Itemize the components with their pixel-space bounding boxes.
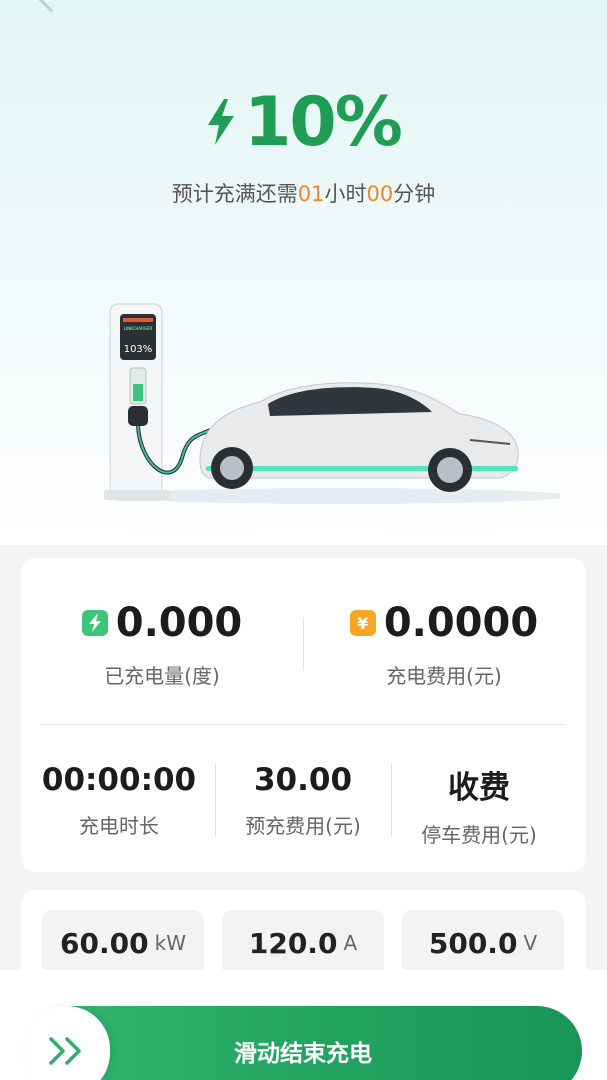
energy-label: 已充电量(度) — [104, 664, 220, 688]
bolt-icon — [81, 610, 108, 636]
prepaid-value: 30.00 — [253, 762, 353, 798]
charger-level-text: 103% — [124, 344, 153, 355]
back-icon[interactable] — [35, 0, 67, 13]
cost-value: 0.0000 — [383, 600, 539, 646]
power-unit: kW — [154, 931, 186, 955]
charging-hero: 10% 预计充满还需01小时00分钟 LINKCHARGER 103% — [0, 0, 607, 545]
energy-stat: 0.000 已充电量(度) — [21, 600, 303, 689]
car-illustration — [199, 382, 519, 492]
eta-minutes: 00 — [366, 182, 394, 206]
eta-hours: 01 — [297, 182, 325, 206]
slider-knob[interactable] — [24, 1006, 110, 1080]
voltage-unit: V — [523, 931, 538, 955]
cost-label: 充电费用(元) — [386, 664, 502, 688]
parking-value: 收费 — [448, 770, 510, 806]
voltage-value: 500.0 — [428, 926, 518, 960]
parking-label: 停车费用(元) — [421, 823, 537, 847]
duration-cell: 00:00:00 充电时长 — [29, 762, 209, 839]
duration-value: 00:00:00 — [41, 762, 197, 798]
charge-percent: 10% — [244, 82, 403, 162]
current-value: 120.0 — [248, 926, 338, 960]
bolt-icon — [206, 99, 236, 145]
eta-minutes-unit: 分钟 — [393, 182, 436, 206]
divider — [41, 724, 566, 725]
double-chevron-right-icon — [49, 1037, 81, 1065]
charging-summary-card: 0.000 已充电量(度) ¥ 0.0000 充电费用(元) 00:00:00 … — [21, 558, 586, 872]
charging-illustration: LINKCHARGER 103% — [104, 303, 560, 504]
slide-to-stop-slider[interactable]: 滑动结束充电 — [24, 1006, 582, 1080]
energy-value: 0.000 — [115, 600, 243, 646]
cost-stat: ¥ 0.0000 充电费用(元) — [303, 600, 585, 689]
prepaid-label: 预充费用(元) — [245, 814, 361, 838]
yen-icon: ¥ — [349, 610, 376, 636]
voltage-tile: 500.0 V — [402, 910, 564, 976]
power-value: 60.00 — [60, 926, 149, 960]
eta-text: 预计充满还需01小时00分钟 — [0, 178, 607, 208]
current-tile: 120.0 A — [222, 910, 384, 976]
power-tile: 60.00 kW — [42, 910, 204, 976]
eta-prefix: 预计充满还需 — [171, 182, 298, 206]
parking-cell: 收费 停车费用(元) — [393, 762, 565, 848]
duration-label: 充电时长 — [79, 814, 159, 838]
divider — [215, 764, 216, 836]
prepaid-cell: 30.00 预充费用(元) — [217, 762, 389, 839]
divider — [391, 764, 392, 836]
current-unit: A — [343, 931, 358, 955]
charger-header-text: LINKCHARGER — [124, 326, 153, 331]
eta-hours-unit: 小时 — [324, 182, 367, 206]
charge-percent-row: 10% — [0, 82, 607, 162]
